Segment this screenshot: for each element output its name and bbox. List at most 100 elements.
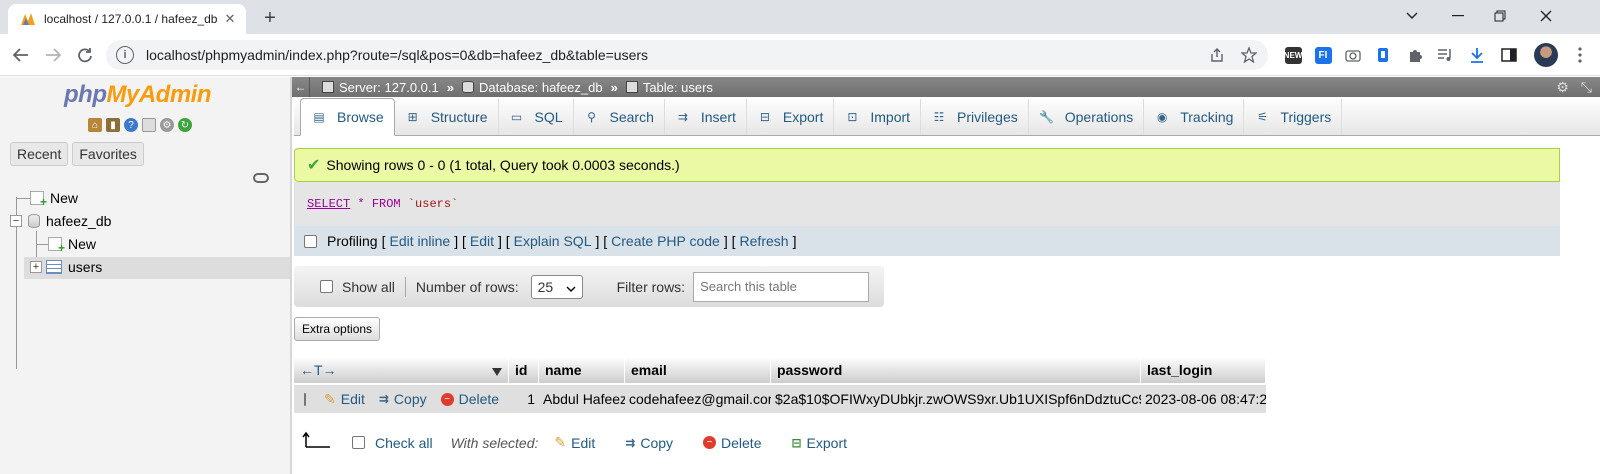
window-close-icon[interactable] [1532,4,1560,28]
column-resize-arrows[interactable]: ←T→ [294,357,509,383]
sort-dropdown-icon[interactable] [492,363,502,379]
tab-search[interactable]: ⚲ Search [574,99,665,135]
browse-icon: ▤ [313,110,325,124]
cell-last-login[interactable]: 2023-08-06 08:47:29 [1141,385,1266,413]
close-icon[interactable]: ✕ [222,11,238,27]
column-header-password[interactable]: password [771,357,1141,383]
edit-link[interactable]: Edit [470,233,494,249]
show-all-label: Show all [342,278,395,295]
site-info-icon[interactable]: i [116,46,134,64]
column-header-last-login[interactable]: last_login [1141,357,1266,383]
show-all-checkbox[interactable] [320,280,333,293]
tab-privileges[interactable]: ☷ Privileges [921,99,1029,135]
row-delete-link[interactable]: − Delete [440,391,499,407]
bulk-export-button[interactable]: ⊟ Export [791,435,847,451]
tab-sql[interactable]: ▭ SQL [499,99,574,135]
media-queue-icon[interactable] [1434,44,1456,66]
cell-id[interactable]: 1 [509,385,539,413]
check-all-label[interactable]: Check all [375,435,433,451]
check-all-checkbox[interactable] [352,436,365,449]
settings-gear-icon[interactable]: ⚙ [1556,79,1569,96]
column-header-id[interactable]: id [509,357,539,383]
browser-tab[interactable]: localhost / 127.0.0.1 / hafeez_db ✕ [8,4,246,34]
column-header-name[interactable]: name [539,357,625,383]
favorites-tab[interactable]: Favorites [72,142,144,166]
row-checkbox[interactable] [304,392,306,406]
back-arrow-icon[interactable] [8,42,34,68]
tree-new-database[interactable]: New [30,187,78,209]
bulk-export-label: Export [806,434,848,451]
extra-options-button[interactable]: Extra options [294,317,381,341]
sql-table-name: `users` [407,197,459,211]
reload-icon[interactable] [72,42,98,68]
create-php-code-link[interactable]: Create PHP code [611,233,720,249]
address-bar[interactable]: i localhost/phpmyadmin/index.php?route=/… [106,40,1268,70]
pma-logo[interactable]: phpMyAdmin [64,81,211,109]
news-extension-icon[interactable]: NEW [1282,44,1304,66]
filter-rows-input[interactable]: Search this table [693,271,870,302]
breadcrumb-database[interactable]: Database: hafeez_db [461,80,603,95]
cell-password[interactable]: $2a$10$OFIWxyDUbkjr.zwOWS9xr.Ub1UXISpf6n… [771,385,1141,413]
restore-icon[interactable] [1486,4,1514,28]
tree-new-table[interactable]: New [48,233,96,255]
share-icon[interactable] [1204,42,1230,68]
breadcrumb-table[interactable]: Table: users [625,80,713,95]
cell-email[interactable]: codehafeez@gmail.com [625,385,771,413]
side-panel-icon[interactable] [1498,44,1520,66]
url-text[interactable]: localhost/phpmyadmin/index.php?route=/sq… [146,47,1204,63]
column-header-email[interactable]: email [625,357,771,383]
gear-icon[interactable]: ⚙ [160,118,174,132]
forward-arrow-icon[interactable] [40,42,66,68]
collapse-nav-icon[interactable]: ← [292,77,310,97]
camera-icon[interactable] [1342,44,1364,66]
row-edit-link[interactable]: ✎ Edit [324,391,365,408]
fullscreen-icon[interactable]: ⤡ [1581,79,1592,96]
profile-avatar[interactable] [1534,43,1558,67]
cell-name[interactable]: Abdul Hafeez [539,385,625,413]
collapse-db-icon[interactable]: − [10,215,22,227]
row-actions: ✎ Edit ⇉ Copy − Delete [294,385,509,413]
exit-icon[interactable]: ▮ [106,118,120,132]
sql-from-keyword: FROM [371,197,401,211]
tree-database-hafeez-db[interactable]: hafeez_db [28,210,111,232]
bulk-edit-button[interactable]: ✎ Edit [554,434,595,451]
refresh-icon[interactable]: ↻ [178,118,192,132]
bookmark-star-icon[interactable] [1236,42,1262,68]
tab-browse[interactable]: ▤ Browse [300,98,395,136]
tab-operations[interactable]: 🔧 Operations [1029,99,1145,135]
recent-tab[interactable]: Recent [10,142,69,166]
profiling-checkbox[interactable] [304,234,317,248]
sql-select-keyword[interactable]: SELECT [307,197,350,211]
export-icon: ⊟ [759,110,770,124]
puzzle-extensions-icon[interactable] [1404,44,1426,66]
tab-export[interactable]: ⊟ Export [747,99,835,135]
bulk-delete-button[interactable]: − Delete [703,435,761,451]
clipboard-extension-icon[interactable] [1372,44,1394,66]
sql-icon: ▭ [510,110,523,124]
browser-menu-icon[interactable] [1570,44,1590,66]
row-copy-link[interactable]: ⇉ Copy [379,391,427,407]
help-icon[interactable]: ? [124,118,138,132]
tab-insert[interactable]: ⇉ Insert [665,99,747,135]
rows-select[interactable]: 25 [530,274,583,299]
download-icon[interactable] [1466,44,1488,66]
home-icon[interactable]: ⌂ [88,118,102,132]
new-tab-button[interactable]: + [258,6,282,30]
tree-table-users[interactable]: users [46,256,102,278]
tab-tracking[interactable]: ◉ Tracking [1144,99,1245,135]
bulk-copy-button[interactable]: ⇉ Copy [625,435,673,451]
link-with-main-icon[interactable] [253,173,269,183]
explain-sql-link[interactable]: Explain SQL [514,233,592,249]
breadcrumb-server[interactable]: Server: 127.0.0.1 [322,80,439,95]
tab-import[interactable]: ⊡ Import [834,99,922,135]
chevron-down-icon[interactable] [1398,4,1426,28]
tab-triggers[interactable]: ⚟ Triggers [1244,99,1343,135]
edit-inline-link[interactable]: Edit inline [389,233,450,249]
refresh-link[interactable]: Refresh [740,233,789,249]
expand-table-icon[interactable]: + [30,261,42,273]
docs-icon[interactable] [142,118,156,132]
minimize-icon[interactable] [1444,4,1472,28]
server-icon [322,81,334,93]
fi-extension-icon[interactable]: FI [1312,44,1334,66]
tab-structure[interactable]: ⊞ Structure [395,99,499,135]
